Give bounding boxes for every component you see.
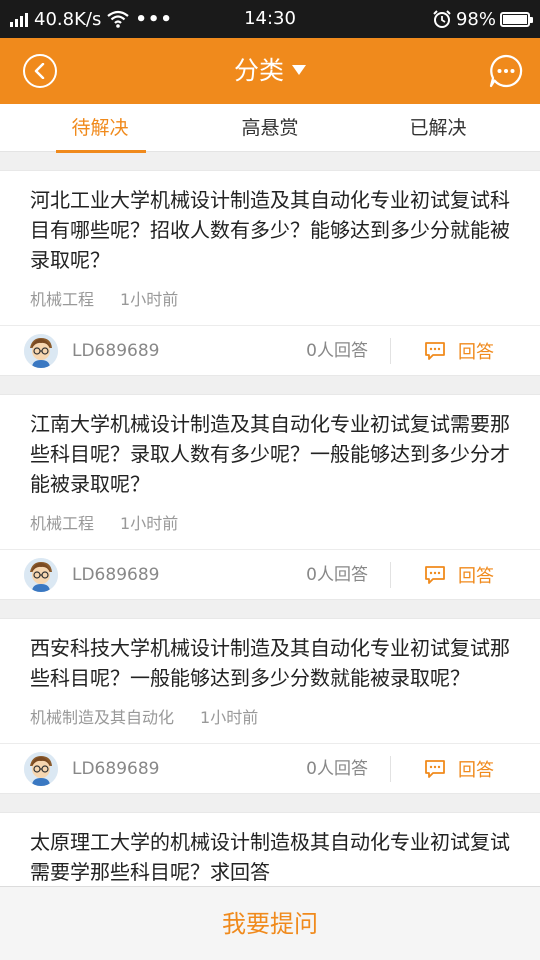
tab-high-reward[interactable]: 高悬赏 (190, 104, 350, 152)
status-right: 98% (432, 0, 533, 38)
question-meta: 机械工程 1小时前 (30, 275, 510, 325)
question-time: 1小时前 (120, 514, 179, 533)
alarm-clock-icon (433, 10, 451, 28)
divider (390, 756, 391, 782)
avatar[interactable] (24, 558, 58, 592)
comment-icon (425, 566, 445, 584)
ask-question-button[interactable]: 我要提问 (0, 886, 540, 960)
answer-count: 0人回答 (306, 759, 368, 779)
question-category: 机械工程 (30, 290, 95, 309)
question-footer: LD689689 0人回答 回答 (0, 743, 540, 793)
page-title: 分类 (233, 56, 284, 85)
question-card[interactable]: 江南大学机械设计制造及其自动化专业初试复试需要那些科目呢？录取人数有多少呢？一般… (0, 394, 540, 600)
user-avatar-icon (24, 752, 58, 786)
tab-unsolved[interactable]: 待解决 (20, 104, 180, 152)
tab-bar: 待解决 高悬赏 已解决 (0, 104, 540, 153)
answer-label: 回答 (458, 760, 494, 781)
message-button[interactable] (489, 54, 523, 88)
answer-button[interactable]: 回答 (424, 550, 494, 600)
question-category: 机械制造及其自动化 (30, 708, 175, 727)
app-header: 分类 (0, 38, 540, 104)
battery-icon (500, 11, 533, 27)
answer-count: 0人回答 (306, 341, 368, 361)
caret-down-icon (292, 65, 306, 75)
user-avatar-icon (24, 558, 58, 592)
question-title[interactable]: 江南大学机械设计制造及其自动化专业初试复试需要那些科目呢？录取人数有多少呢？一般… (30, 409, 510, 499)
question-title[interactable]: 西安科技大学机械设计制造及其自动化专业初试复试那些科目呢？一般能够达到多少分数就… (30, 633, 510, 693)
question-card[interactable]: 西安科技大学机械设计制造及其自动化专业初试复试那些科目呢？一般能够达到多少分数就… (0, 618, 540, 794)
question-meta: 机械制造及其自动化 1小时前 (30, 693, 510, 743)
answer-label: 回答 (458, 566, 494, 587)
question-list[interactable]: 河北工业大学机械设计制造及其自动化专业初试复试科目有哪些呢？招收人数有多少？能够… (0, 152, 540, 886)
avatar[interactable] (24, 334, 58, 368)
question-card[interactable]: 河北工业大学机械设计制造及其自动化专业初试复试科目有哪些呢？招收人数有多少？能够… (0, 170, 540, 376)
avatar[interactable] (24, 752, 58, 786)
username[interactable]: LD689689 (72, 326, 159, 376)
question-footer: LD689689 0人回答 回答 (0, 549, 540, 599)
username[interactable]: LD689689 (72, 744, 159, 794)
tab-solved[interactable]: 已解决 (358, 104, 518, 152)
answer-button[interactable]: 回答 (424, 326, 494, 376)
category-dropdown[interactable]: 分类 (0, 38, 540, 104)
question-time: 1小时前 (120, 290, 179, 309)
question-footer: LD689689 0人回答 回答 (0, 325, 540, 375)
comment-icon (425, 760, 445, 778)
answer-button[interactable]: 回答 (424, 744, 494, 794)
answer-count: 0人回答 (306, 565, 368, 585)
username[interactable]: LD689689 (72, 550, 159, 600)
question-card[interactable]: 太原理工大学的机械设计制造极其自动化专业初试复试需要学那些科目呢？求回答 (0, 812, 540, 886)
question-category: 机械工程 (30, 514, 95, 533)
comment-icon (425, 342, 445, 360)
question-title[interactable]: 太原理工大学的机械设计制造极其自动化专业初试复试需要学那些科目呢？求回答 (30, 827, 510, 886)
user-avatar-icon (24, 334, 58, 368)
question-title[interactable]: 河北工业大学机械设计制造及其自动化专业初试复试科目有哪些呢？招收人数有多少？能够… (30, 185, 510, 275)
divider (390, 562, 391, 588)
battery-percent: 98% (455, 8, 496, 30)
question-time: 1小时前 (200, 708, 259, 727)
question-meta: 机械工程 1小时前 (30, 499, 510, 549)
status-bar: 40.8K/s ••• 14:30 98% (0, 0, 540, 38)
divider (390, 338, 391, 364)
answer-label: 回答 (458, 342, 494, 363)
